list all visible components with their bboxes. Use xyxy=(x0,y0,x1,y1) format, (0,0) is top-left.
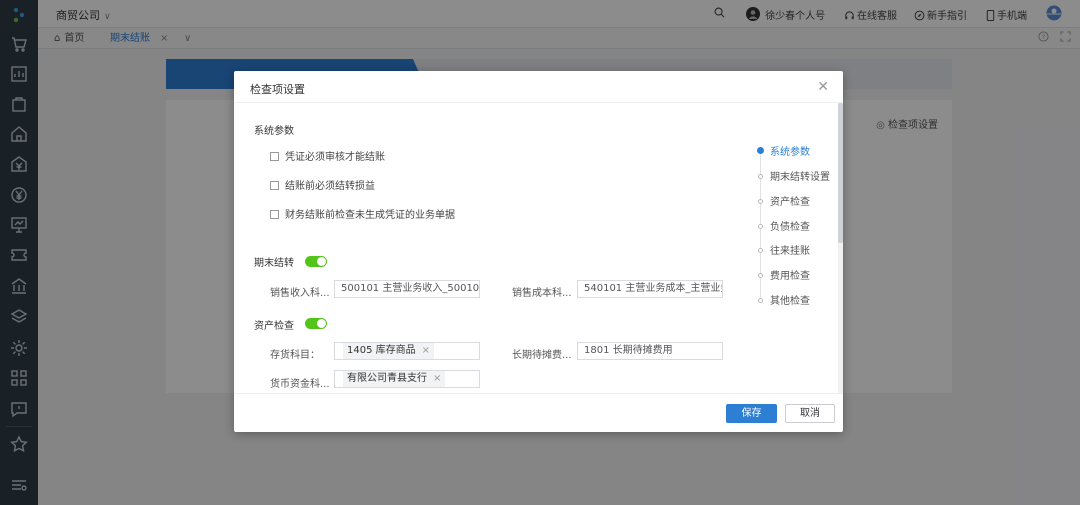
period-end-toggle[interactable] xyxy=(305,256,327,267)
cash-account-field[interactable]: 有限公司青县支行 × xyxy=(334,370,480,388)
option-label: 凭证必须审核才能结账 xyxy=(285,152,385,163)
anchor-label: 负债检查 xyxy=(770,222,810,233)
close-icon[interactable]: × xyxy=(433,373,441,384)
checkbox[interactable] xyxy=(270,210,279,219)
longterm-expense-label: 长期待摊费... xyxy=(512,350,572,361)
longterm-expense-field[interactable]: 1801 长期待摊费用 xyxy=(577,342,723,360)
checkbox[interactable] xyxy=(270,181,279,190)
close-icon[interactable]: × xyxy=(422,345,430,356)
anchor-dot xyxy=(758,248,763,253)
dialog-header: 检查项设置 ✕ xyxy=(234,71,843,103)
dialog-body: 系统参数 凭证必须审核才能结账 结账前必须结转损益 财务结账前检查未生成凭证的业… xyxy=(234,103,838,393)
scrollbar-thumb[interactable] xyxy=(838,103,843,243)
account-tag: 1405 库存商品 × xyxy=(343,343,435,359)
anchor-receivables[interactable]: 往来挂账 xyxy=(754,245,810,259)
cancel-button[interactable]: 取消 xyxy=(785,404,835,423)
sales-cost-label: 销售成本科... xyxy=(512,288,572,299)
anchor-label: 往来挂账 xyxy=(770,246,810,257)
anchor-dot xyxy=(758,174,763,179)
sales-income-label: 销售收入科... xyxy=(270,288,330,299)
inventory-account-field[interactable]: 1405 库存商品 × xyxy=(334,342,480,360)
asset-check-toggle[interactable] xyxy=(305,318,327,329)
sales-cost-field[interactable]: 540101 主营业务成本_主营业务成 xyxy=(577,280,723,298)
anchor-dot xyxy=(757,147,764,154)
close-icon[interactable]: ✕ xyxy=(817,79,829,95)
dialog-title: 检查项设置 xyxy=(250,83,305,96)
anchor-liability-check[interactable]: 负债检查 xyxy=(754,221,810,235)
option-label: 结账前必须结转损益 xyxy=(285,181,375,192)
anchor-system-params[interactable]: 系统参数 xyxy=(754,146,810,160)
anchor-dot xyxy=(758,298,763,303)
option-voucher-audit[interactable]: 凭证必须审核才能结账 xyxy=(270,151,385,165)
tag-label: 1405 库存商品 xyxy=(347,345,416,356)
cash-account-label: 货币资金科... xyxy=(270,379,330,390)
checkbox[interactable] xyxy=(270,152,279,161)
anchor-asset-check[interactable]: 资产检查 xyxy=(754,196,810,210)
anchor-label: 资产检查 xyxy=(770,197,810,208)
option-carry-forward-pl[interactable]: 结账前必须结转损益 xyxy=(270,180,375,194)
scrollbar[interactable] xyxy=(838,103,843,393)
section-title-period-end: 期末结转 xyxy=(254,258,294,269)
account-tag: 有限公司青县支行 × xyxy=(343,371,446,387)
tag-label: 有限公司青县支行 xyxy=(347,373,427,384)
anchor-dot xyxy=(758,273,763,278)
anchor-label: 期末结转设置 xyxy=(770,172,830,183)
section-anchor-nav: 系统参数 期末结转设置 资产检查 负债检查 往来挂账 费用检查 其他检查 xyxy=(754,145,838,315)
anchor-other-check[interactable]: 其他检查 xyxy=(754,295,810,309)
check-settings-dialog: 检查项设置 ✕ 系统参数 凭证必须审核才能结账 结账前必须结转损益 财务结账前检… xyxy=(234,71,843,432)
sales-income-field[interactable]: 500101 主营业务收入_500101 xyxy=(334,280,480,298)
anchor-label: 系统参数 xyxy=(770,147,810,158)
option-label: 财务结账前检查未生成凭证的业务单据 xyxy=(285,210,455,221)
anchor-period-end[interactable]: 期末结转设置 xyxy=(754,171,830,185)
dialog-footer: 保存 取消 xyxy=(234,393,843,432)
anchor-dot xyxy=(758,224,763,229)
anchor-label: 费用检查 xyxy=(770,271,810,282)
section-title-system-params: 系统参数 xyxy=(254,126,294,137)
anchor-label: 其他检查 xyxy=(770,296,810,307)
section-title-asset-check: 资产检查 xyxy=(254,321,294,332)
anchor-expense-check[interactable]: 费用检查 xyxy=(754,270,810,284)
anchor-dot xyxy=(758,199,763,204)
inventory-account-label: 存货科目： xyxy=(270,350,320,361)
option-check-ungenerated-docs[interactable]: 财务结账前检查未生成凭证的业务单据 xyxy=(270,209,455,223)
save-button[interactable]: 保存 xyxy=(726,404,777,423)
